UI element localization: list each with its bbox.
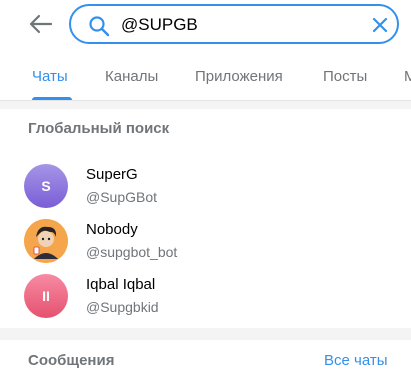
close-icon	[372, 17, 388, 33]
result-superg[interactable]: S SuperG @SupGBot	[8, 160, 403, 214]
section-separator	[0, 101, 411, 109]
tab-posts[interactable]: Посты	[323, 68, 367, 85]
result-title: SuperG	[86, 166, 138, 183]
cartoon-avatar-icon	[24, 219, 68, 263]
search-tabs: Чаты Каналы Приложения Посты М	[0, 56, 411, 101]
avatar: II	[24, 274, 68, 318]
clear-search-button[interactable]	[371, 16, 389, 34]
search-icon	[89, 16, 110, 37]
tab-chats[interactable]: Чаты	[32, 68, 68, 85]
result-title: Iqbal Iqbal	[86, 276, 156, 293]
arrow-left-icon	[29, 14, 53, 34]
messages-title: Сообщения	[28, 352, 115, 369]
tab-channels[interactable]: Каналы	[105, 68, 158, 85]
tab-apps[interactable]: Приложения	[195, 68, 283, 85]
tab-more[interactable]: М	[404, 68, 411, 85]
section-separator	[0, 328, 411, 340]
search-box[interactable]	[69, 4, 399, 44]
result-username: @SupGBot	[86, 189, 158, 205]
result-nobody[interactable]: Nobody @supgbot_bot	[8, 215, 403, 269]
result-username: @supgbot_bot	[86, 244, 178, 260]
search-header: Чаты Каналы Приложения Посты М	[0, 0, 411, 101]
avatar	[24, 219, 68, 263]
all-chats-link[interactable]: Все чаты	[324, 352, 388, 369]
back-button[interactable]	[27, 12, 55, 36]
avatar: S	[24, 164, 68, 208]
result-username: @Supgbkid	[86, 299, 159, 315]
global-search-title: Глобальный поиск	[28, 120, 170, 137]
result-title: Nobody	[86, 221, 138, 238]
result-iqbal[interactable]: II Iqbal Iqbal @Supgbkid	[8, 270, 403, 324]
search-input[interactable]	[121, 11, 361, 39]
